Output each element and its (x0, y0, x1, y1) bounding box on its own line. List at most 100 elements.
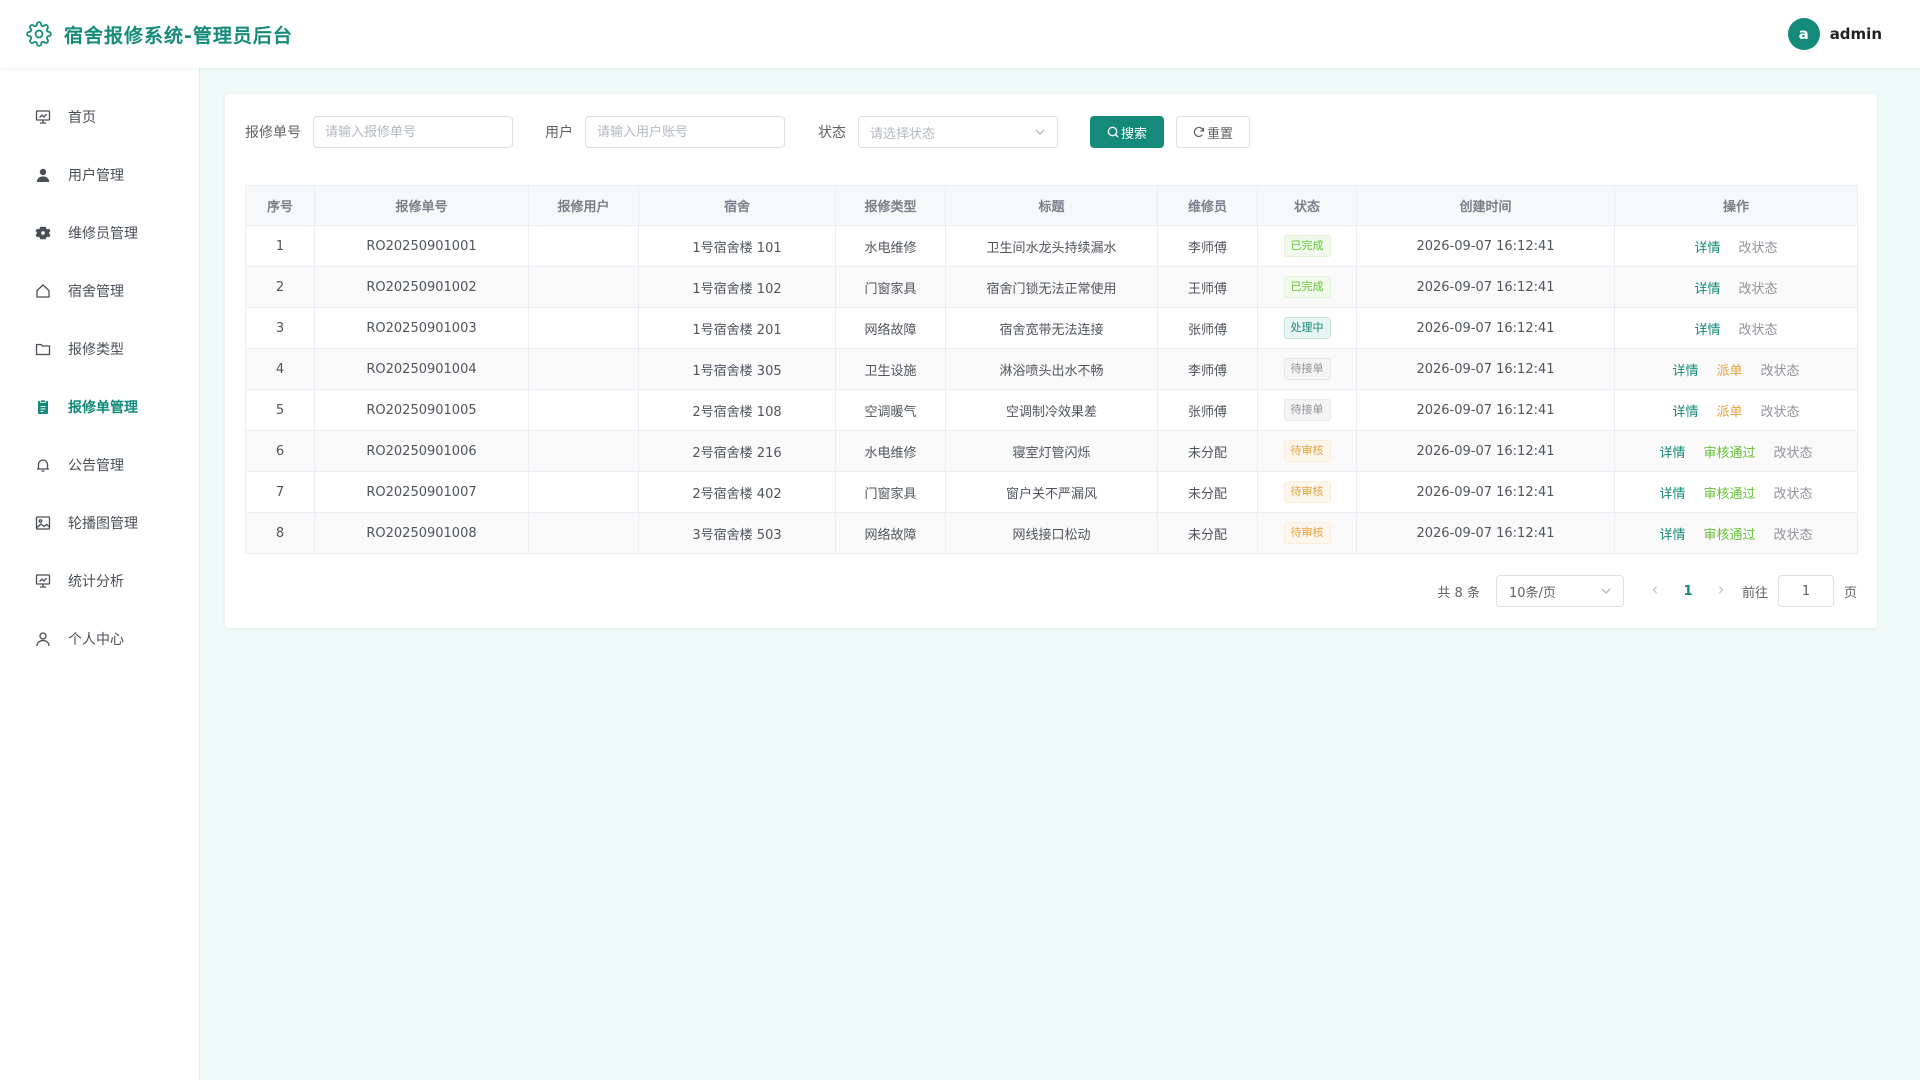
cell-repairer: 李师傅 (1157, 348, 1258, 390)
col-header-order-no: 报修单号 (314, 185, 529, 226)
sidebar-item-carousel[interactable]: 轮播图管理 (0, 494, 199, 552)
cell-order-no: RO20250901001 (314, 225, 529, 267)
sidebar-item-home[interactable]: 首页 (0, 88, 199, 146)
change-status-button[interactable]: 改状态 (1739, 319, 1778, 338)
sidebar-item-repairers[interactable]: 维修员管理 (0, 204, 199, 262)
sidebar-item-statistics[interactable]: 统计分析 (0, 552, 199, 610)
avatar[interactable]: a (1787, 18, 1820, 50)
detail-button[interactable]: 详情 (1694, 278, 1720, 297)
filter-bar: 报修单号 用户 状态 请选择状态 搜索 重置 (245, 115, 1250, 149)
col-header-status: 状态 (1257, 185, 1357, 226)
status-select[interactable]: 请选择状态 (858, 116, 1058, 148)
page-number[interactable]: 1 (1668, 584, 1708, 599)
user-input[interactable] (585, 116, 785, 148)
cell-dorm: 2号宿舍楼 402 (638, 471, 836, 513)
cell-type: 门窗家具 (835, 266, 946, 308)
cell-repairer: 未分配 (1157, 430, 1258, 472)
pagination: 共 8 条 10条/页 1 前往 页 (1437, 575, 1857, 607)
sidebar-item-label: 首页 (68, 110, 96, 126)
cell-status: 待接单 (1257, 348, 1357, 390)
table-row: 2 RO20250901002 1号宿舍楼 102 门窗家具 宿舍门锁无法正常使… (245, 266, 1858, 308)
sidebar-item-notices[interactable]: 公告管理 (0, 436, 199, 494)
cell-actions: 详情 审核通过 改状态 (1614, 471, 1858, 513)
prev-page-button[interactable] (1642, 584, 1668, 599)
status-select-placeholder: 请选择状态 (870, 126, 936, 142)
change-status-button[interactable]: 改状态 (1761, 401, 1800, 420)
cell-index: 2 (245, 266, 315, 308)
detail-button[interactable]: 详情 (1659, 524, 1685, 543)
cell-order-no: RO20250901002 (314, 266, 529, 308)
cell-order-no: RO20250901004 (314, 348, 529, 390)
sidebar-item-label: 轮播图管理 (68, 516, 138, 532)
order-no-input[interactable] (313, 116, 513, 148)
dispatch-button[interactable]: 派单 (1716, 360, 1742, 379)
cell-dorm: 1号宿舍楼 305 (638, 348, 836, 390)
cell-repairer: 李师傅 (1157, 225, 1258, 267)
chevron-down-icon (1599, 584, 1613, 602)
search-button[interactable]: 搜索 (1090, 116, 1164, 148)
page-size-value: 10条/页 (1508, 585, 1556, 601)
detail-button[interactable]: 详情 (1694, 319, 1720, 338)
sidebar-item-label: 个人中心 (68, 632, 124, 648)
status-badge: 处理中 (1283, 317, 1331, 339)
cell-created: 2026-09-07 16:12:41 (1356, 389, 1615, 431)
change-status-button[interactable]: 改状态 (1774, 524, 1813, 543)
next-page-button[interactable] (1708, 584, 1734, 599)
cell-actions: 详情 改状态 (1614, 307, 1858, 349)
page-size-select[interactable]: 10条/页 (1495, 575, 1624, 607)
sidebar-item-label: 公告管理 (68, 458, 124, 474)
folder-icon (34, 340, 52, 358)
cell-user (528, 471, 639, 513)
approve-button[interactable]: 审核通过 (1703, 524, 1755, 543)
approve-button[interactable]: 审核通过 (1703, 483, 1755, 502)
cell-user (528, 225, 639, 267)
goto-page-input[interactable] (1777, 575, 1834, 607)
approve-button[interactable]: 审核通过 (1703, 442, 1755, 461)
gear-icon (34, 224, 52, 242)
cell-index: 1 (245, 225, 315, 267)
sidebar-item-orders[interactable]: 报修单管理 (0, 378, 199, 436)
cell-type: 水电维修 (835, 225, 946, 267)
cell-index: 3 (245, 307, 315, 349)
cell-dorm: 3号宿舍楼 503 (638, 512, 836, 554)
detail-button[interactable]: 详情 (1694, 237, 1720, 256)
cell-status: 已完成 (1257, 266, 1357, 308)
cell-title: 宿舍门锁无法正常使用 (945, 266, 1158, 308)
sidebar-item-label: 用户管理 (68, 168, 124, 184)
detail-button[interactable]: 详情 (1659, 483, 1685, 502)
document-icon (34, 398, 52, 416)
sidebar-item-dorms[interactable]: 宿舍管理 (0, 262, 199, 320)
sidebar-item-users[interactable]: 用户管理 (0, 146, 199, 204)
sidebar-item-profile[interactable]: 个人中心 (0, 610, 199, 668)
change-status-button[interactable]: 改状态 (1774, 483, 1813, 502)
cell-status: 已完成 (1257, 225, 1357, 267)
detail-button[interactable]: 详情 (1672, 360, 1698, 379)
username[interactable]: admin (1830, 25, 1882, 43)
table-row: 8 RO20250901008 3号宿舍楼 503 网络故障 网线接口松动 未分… (245, 512, 1858, 554)
cell-created: 2026-09-07 16:12:41 (1356, 471, 1615, 513)
cell-repairer: 王师傅 (1157, 266, 1258, 308)
change-status-button[interactable]: 改状态 (1739, 237, 1778, 256)
user-menu[interactable]: a admin (1787, 18, 1882, 50)
change-status-button[interactable]: 改状态 (1774, 442, 1813, 461)
cell-index: 6 (245, 430, 315, 472)
cell-created: 2026-09-07 16:12:41 (1356, 307, 1615, 349)
sidebar-item-label: 统计分析 (68, 574, 124, 590)
detail-button[interactable]: 详情 (1672, 401, 1698, 420)
detail-button[interactable]: 详情 (1659, 442, 1685, 461)
reset-button[interactable]: 重置 (1176, 116, 1250, 148)
cell-actions: 详情 审核通过 改状态 (1614, 430, 1858, 472)
table-row: 1 RO20250901001 1号宿舍楼 101 水电维修 卫生间水龙头持续漏… (245, 225, 1858, 267)
change-status-button[interactable]: 改状态 (1761, 360, 1800, 379)
col-header-repairer: 维修员 (1157, 185, 1258, 226)
table-row: 6 RO20250901006 2号宿舍楼 216 水电维修 寝室灯管闪烁 未分… (245, 430, 1858, 472)
cell-type: 网络故障 (835, 512, 946, 554)
sidebar-item-label: 报修类型 (68, 342, 124, 358)
cell-order-no: RO20250901003 (314, 307, 529, 349)
change-status-button[interactable]: 改状态 (1739, 278, 1778, 297)
sidebar-item-repair-types[interactable]: 报修类型 (0, 320, 199, 378)
cell-status: 待审核 (1257, 512, 1357, 554)
cell-index: 7 (245, 471, 315, 513)
top-header: 宿舍报修系统-管理员后台 a admin (0, 0, 1920, 68)
dispatch-button[interactable]: 派单 (1716, 401, 1742, 420)
